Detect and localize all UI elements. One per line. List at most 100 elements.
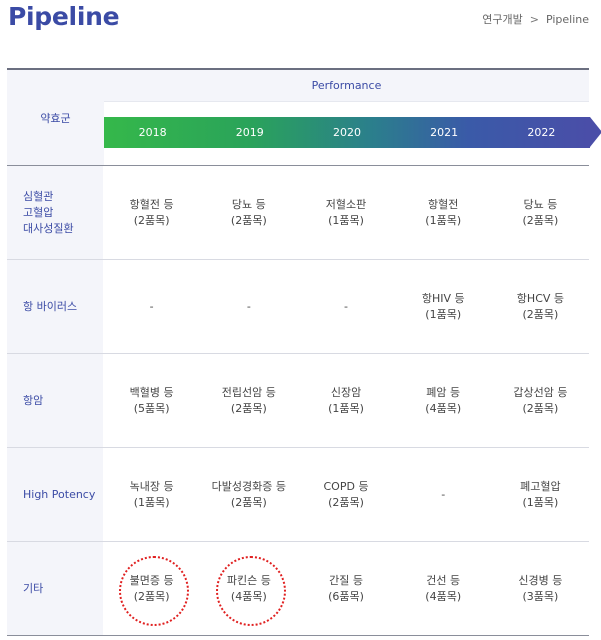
cell-indication: 다발성경화증 등 (211, 479, 287, 493)
page-title: Pipeline (8, 2, 120, 31)
pipeline-cell: 파킨슨 등 (4품목) (200, 542, 297, 635)
pipeline-cell: 당뇨 등 (2품목) (492, 166, 589, 259)
chevron-right-icon: > (529, 12, 539, 26)
pipeline-cell: 갑상선암 등 (2품목) (492, 354, 589, 447)
cell-count: (2품목) (522, 401, 559, 415)
table-row: 항암 백혈병 등 (5품목) 전립선암 등 (2품목) 신장암 (1품목) 폐암 등 (4품목)… (7, 354, 589, 448)
cell-count: (6품목) (328, 589, 364, 603)
cell-indication: - (149, 299, 154, 313)
pipeline-cell: 신경병 등 (3품목) (492, 542, 589, 635)
cell-count: (4품목) (425, 401, 462, 415)
cell-count: (4품목) (230, 589, 267, 603)
pipeline-cell: 신장암 (1품목) (297, 354, 394, 447)
pipeline-cell: 간질 등 (6품목) (297, 542, 394, 635)
pipeline-cell: 녹내장 등 (1품목) (103, 448, 200, 541)
pipeline-cell: 백혈병 등 (5품목) (103, 354, 200, 447)
table-row: 기타 불면증 등 (2품목) 파킨슨 등 (4품목) 간질 등 (6품목) 건선 등 (4품목)… (7, 542, 589, 636)
pipeline-cell: 폐암 등 (4품목) (395, 354, 492, 447)
row-cells: 불면증 등 (2품목) 파킨슨 등 (4품목) 간질 등 (6품목) 건선 등 (4품목) 신경… (103, 542, 589, 635)
cell-indication: 저혈소판 (325, 197, 367, 211)
pipeline-cell: - (297, 260, 394, 353)
cell-count: (1품목) (425, 213, 462, 227)
category-label: 심혈관 고혈압 대사성질환 (7, 166, 104, 259)
pipeline-cell: 다발성경화증 등 (2품목) (200, 448, 297, 541)
timeline: 2018 2019 2020 2021 2022 (104, 102, 601, 165)
cell-indication: 당뇨 등 (523, 197, 558, 211)
cell-indication: 항혈전 등 (129, 197, 174, 211)
cell-count: (4품목) (425, 589, 462, 603)
performance-header: Performance 2018 2019 2020 2021 2022 (104, 70, 601, 165)
table-header: 약효군 Performance 2018 2019 2020 2021 2022 (7, 70, 601, 166)
category-label: 항 바이러스 (7, 260, 104, 353)
cell-indication: 신장암 (330, 385, 362, 399)
cell-indication: 녹내장 등 (129, 479, 174, 493)
category-label: 기타 (7, 542, 104, 635)
cell-indication: - (246, 299, 251, 313)
cell-indication: 건선 등 (426, 573, 461, 587)
table-row: High Potency 녹내장 등 (1품목) 다발성경화증 등 (2품목) COPD … (7, 448, 589, 542)
row-cells: 항혈전 등 (2품목) 당뇨 등 (2품목) 저혈소판 (1품목) 항혈전 (1품목) 당뇨 등… (103, 166, 589, 259)
cell-indication: 신경병 등 (518, 573, 563, 587)
pipeline-cell: 전립선암 등 (2품목) (200, 354, 297, 447)
cell-count: (1품목) (425, 307, 462, 321)
pipeline-cell: 항혈전 (1품목) (395, 166, 492, 259)
pipeline-cell: 폐고혈압 (1품목) (492, 448, 589, 541)
cell-count: (2품목) (230, 495, 267, 509)
pipeline-cell: - (200, 260, 297, 353)
cell-count: (2품목) (133, 213, 170, 227)
cell-indication: 간질 등 (329, 573, 363, 587)
year-label: 2018 (138, 126, 167, 139)
pipeline-cell: 당뇨 등 (2품목) (200, 166, 297, 259)
breadcrumb-item-rnd[interactable]: 연구개발 (482, 11, 522, 27)
cell-count: (1품목) (328, 213, 364, 227)
cell-indication: 전립선암 등 (221, 385, 276, 399)
pipeline-cell: 항HIV 등 (1품목) (395, 260, 492, 353)
year-label: 2020 (332, 126, 361, 139)
table-row: 항 바이러스 - - - 항HIV 등 (1품목) 항HCV 등 (2품목) (7, 260, 589, 354)
year-timeline-bar: 2018 2019 2020 2021 2022 (104, 117, 590, 148)
cell-indication: 백혈병 등 (129, 385, 174, 399)
cell-indication: COPD 등 (323, 479, 369, 493)
table-body: 심혈관 고혈압 대사성질환 항혈전 등 (2품목) 당뇨 등 (2품목) 저혈소판 (1품목… (7, 166, 589, 636)
pipeline-table: 약효군 Performance 2018 2019 2020 2021 2022… (7, 68, 601, 636)
pipeline-cell: 불면증 등 (2품목) (103, 542, 200, 635)
arrow-right-icon (590, 117, 601, 147)
pipeline-cell: 항HCV 등 (2품목) (492, 260, 589, 353)
cell-count: (3품목) (522, 589, 559, 603)
category-label: High Potency (7, 448, 104, 541)
cell-indication: 항HCV 등 (516, 291, 565, 305)
table-row: 심혈관 고혈압 대사성질환 항혈전 등 (2품목) 당뇨 등 (2품목) 저혈소판 (1품목… (7, 166, 589, 260)
pipeline-cell: 건선 등 (4품목) (395, 542, 492, 635)
breadcrumb: 연구개발 > Pipeline (482, 11, 589, 27)
cell-indication: 당뇨 등 (231, 197, 266, 211)
cell-count: (1품목) (328, 401, 364, 415)
category-header: 약효군 (7, 70, 104, 165)
performance-label: Performance (104, 70, 589, 102)
cell-count: (1품목) (522, 495, 559, 509)
row-cells: - - - 항HIV 등 (1품목) 항HCV 등 (2품목) (103, 260, 589, 353)
row-cells: 녹내장 등 (1품목) 다발성경화증 등 (2품목) COPD 등 (2품목) - 폐고혈압 (… (103, 448, 589, 541)
cell-count: (2품목) (522, 213, 559, 227)
pipeline-cell: - (103, 260, 200, 353)
breadcrumb-item-pipeline: Pipeline (545, 12, 589, 26)
pipeline-cell: - (395, 448, 492, 541)
cell-indication: 폐암 등 (426, 385, 461, 399)
cell-indication: 항혈전 (428, 197, 459, 211)
cell-indication: 불면증 등 (129, 573, 174, 587)
year-label: 2019 (235, 126, 264, 139)
cell-count: (2품목) (522, 307, 559, 321)
pipeline-cell: COPD 등 (2품목) (297, 448, 394, 541)
year-label: 2022 (527, 126, 556, 139)
category-label: 항암 (7, 354, 104, 447)
cell-count: (2품목) (328, 495, 364, 509)
cell-count: (2품목) (133, 589, 170, 603)
cell-count: (5품목) (133, 401, 170, 415)
cell-indication: 파킨슨 등 (226, 573, 271, 587)
pipeline-cell: 저혈소판 (1품목) (297, 166, 394, 259)
pipeline-cell: 항혈전 등 (2품목) (103, 166, 200, 259)
cell-indication: - (344, 299, 349, 313)
cell-indication: 항HIV 등 (421, 291, 465, 305)
year-label: 2021 (430, 126, 459, 139)
cell-indication: - (441, 487, 446, 501)
cell-count: (1품목) (133, 495, 170, 509)
